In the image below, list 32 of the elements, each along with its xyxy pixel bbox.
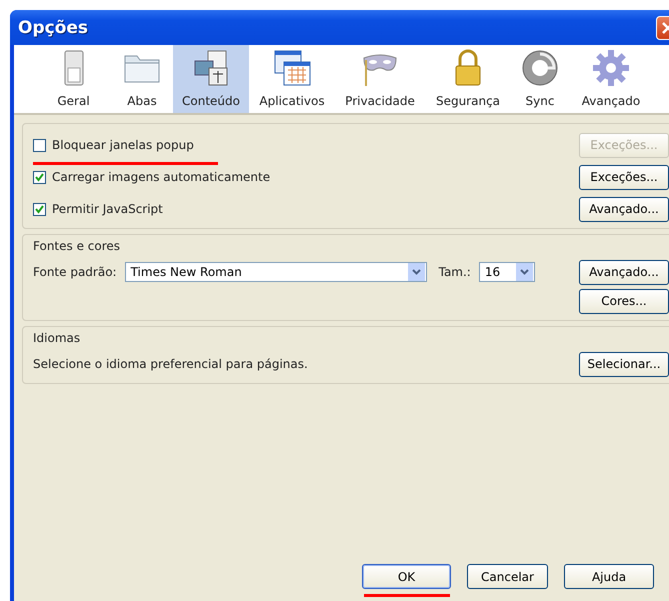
group-title: Fontes e cores xyxy=(33,239,122,253)
toolbar-tab[interactable]: Geral xyxy=(36,45,111,113)
window-title: Opções xyxy=(18,18,88,38)
checkbox[interactable]: Carregar imagens automaticamente xyxy=(33,170,270,184)
field-label: Tam.: xyxy=(438,265,471,279)
toolbar-tab[interactable]: Avançado xyxy=(569,45,653,113)
gear-icon xyxy=(591,48,631,88)
sync-icon xyxy=(520,48,560,88)
group-title: Idiomas xyxy=(33,331,82,345)
dialog-button[interactable]: Ajuda xyxy=(564,564,654,589)
window-grid-icon xyxy=(272,48,312,88)
toolbar-tab[interactable]: Abas xyxy=(111,45,173,113)
advanced-button[interactable]: Avançado... xyxy=(579,260,669,284)
exceptions-button[interactable]: Avançado... xyxy=(579,196,669,222)
font-dropdown[interactable]: Times New Roman xyxy=(124,262,427,282)
checkbox[interactable]: Bloquear janelas popup xyxy=(33,138,194,152)
colors-button[interactable]: Cores... xyxy=(579,288,669,314)
toolbar-tab[interactable]: Aplicativos xyxy=(249,45,335,113)
checkmark-icon xyxy=(35,204,44,214)
toolbar-tab[interactable]: Sync xyxy=(511,45,569,113)
toolbar-tab[interactable]: Conteúdo xyxy=(173,45,249,113)
dialog-button[interactable]: Cancelar xyxy=(467,564,548,589)
exceptions-button[interactable]: Exceções... xyxy=(579,164,669,190)
checkmark-icon xyxy=(35,172,44,182)
select-button[interactable]: Selecionar... xyxy=(579,352,669,376)
size-dropdown[interactable]: 16 xyxy=(478,262,535,282)
field-label: Fonte padrão: xyxy=(33,265,117,279)
toolbar-tab[interactable]: Privacidade xyxy=(335,45,425,113)
toolbar-tab[interactable]: Segurança xyxy=(425,45,511,113)
checkbox[interactable]: Permitir JavaScript xyxy=(33,202,163,216)
description-text: Selecione o idioma preferencial para páginas. xyxy=(33,357,308,371)
dialog-button[interactable]: OK xyxy=(362,564,451,589)
